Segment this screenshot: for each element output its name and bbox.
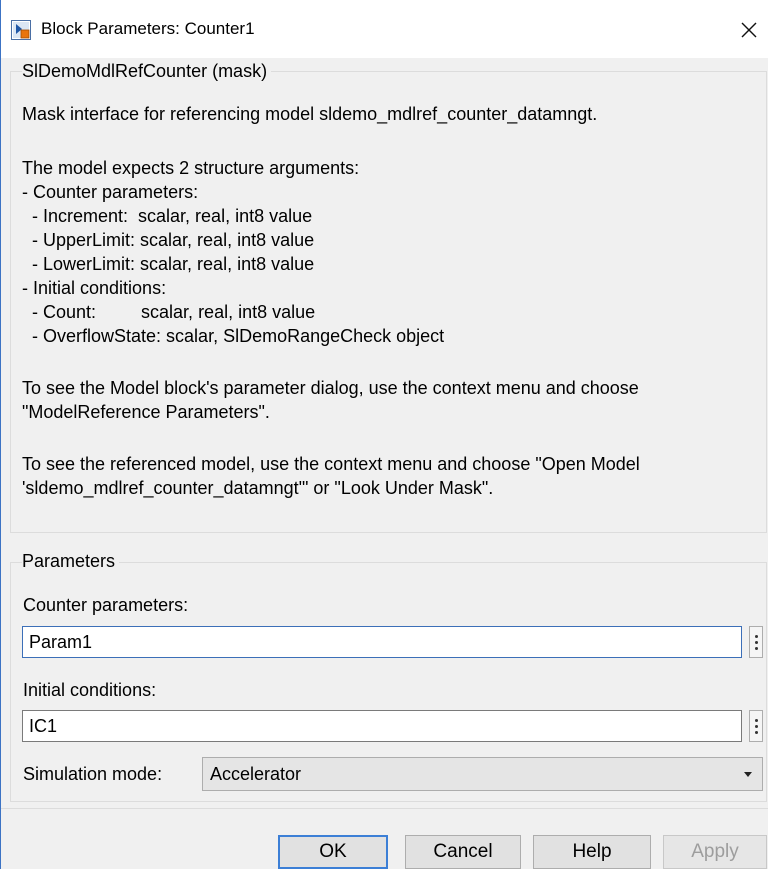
counter-parameters-input[interactable] <box>22 626 742 658</box>
parameters-group-title: Parameters <box>22 551 120 572</box>
apply-button[interactable]: Apply <box>663 835 767 869</box>
title-bar[interactable]: Block Parameters: Counter1 <box>1 0 768 58</box>
ok-button[interactable]: OK <box>278 835 388 869</box>
description-line: The model expects 2 structure arguments: <box>22 158 360 178</box>
initial-conditions-more-button[interactable] <box>749 710 763 742</box>
close-button[interactable] <box>731 12 767 48</box>
simulation-mode-value: Accelerator <box>210 764 302 784</box>
description-line: - Initial conditions: <box>22 278 167 298</box>
more-icon <box>754 718 758 722</box>
description-line: - Increment: scalar, real, int8 value <box>22 206 313 226</box>
cancel-button[interactable]: Cancel <box>405 835 521 869</box>
description-line: 'sldemo_mdlref_counter_datamngt'" or "Lo… <box>22 478 494 498</box>
window-title: Block Parameters: Counter1 <box>41 19 255 38</box>
description-line: - Counter parameters: <box>22 182 199 202</box>
close-icon <box>741 22 757 38</box>
description-line: To see the referenced model, use the con… <box>22 454 640 474</box>
simulink-block-icon <box>11 20 31 40</box>
simulation-mode-select[interactable]: Accelerator <box>202 757 763 791</box>
description-line: - Count: scalar, real, int8 value <box>22 302 316 322</box>
description-line: - LowerLimit: scalar, real, int8 value <box>22 254 315 274</box>
description-line: - UpperLimit: scalar, real, int8 value <box>22 230 315 250</box>
initial-conditions-label: Initial conditions: <box>23 680 157 700</box>
simulation-mode-label: Simulation mode: <box>23 764 163 784</box>
chevron-down-icon <box>744 772 752 777</box>
initial-conditions-input[interactable] <box>22 710 742 742</box>
help-button[interactable]: Help <box>533 835 651 869</box>
description-line: "ModelReference Parameters". <box>22 402 270 422</box>
description-line: Mask interface for referencing model sld… <box>22 104 598 124</box>
more-icon <box>754 634 758 638</box>
description-line: - OverflowState: scalar, SlDemoRangeChec… <box>22 326 445 346</box>
counter-parameters-more-button[interactable] <box>749 626 763 658</box>
block-parameters-dialog: Block Parameters: Counter1 SlDemoMdlRefC… <box>0 0 768 869</box>
description-line: To see the Model block's parameter dialo… <box>22 378 639 398</box>
mask-group-title: SlDemoMdlRefCounter (mask) <box>22 61 272 82</box>
counter-parameters-label: Counter parameters: <box>23 595 189 615</box>
button-bar-divider <box>1 808 768 809</box>
